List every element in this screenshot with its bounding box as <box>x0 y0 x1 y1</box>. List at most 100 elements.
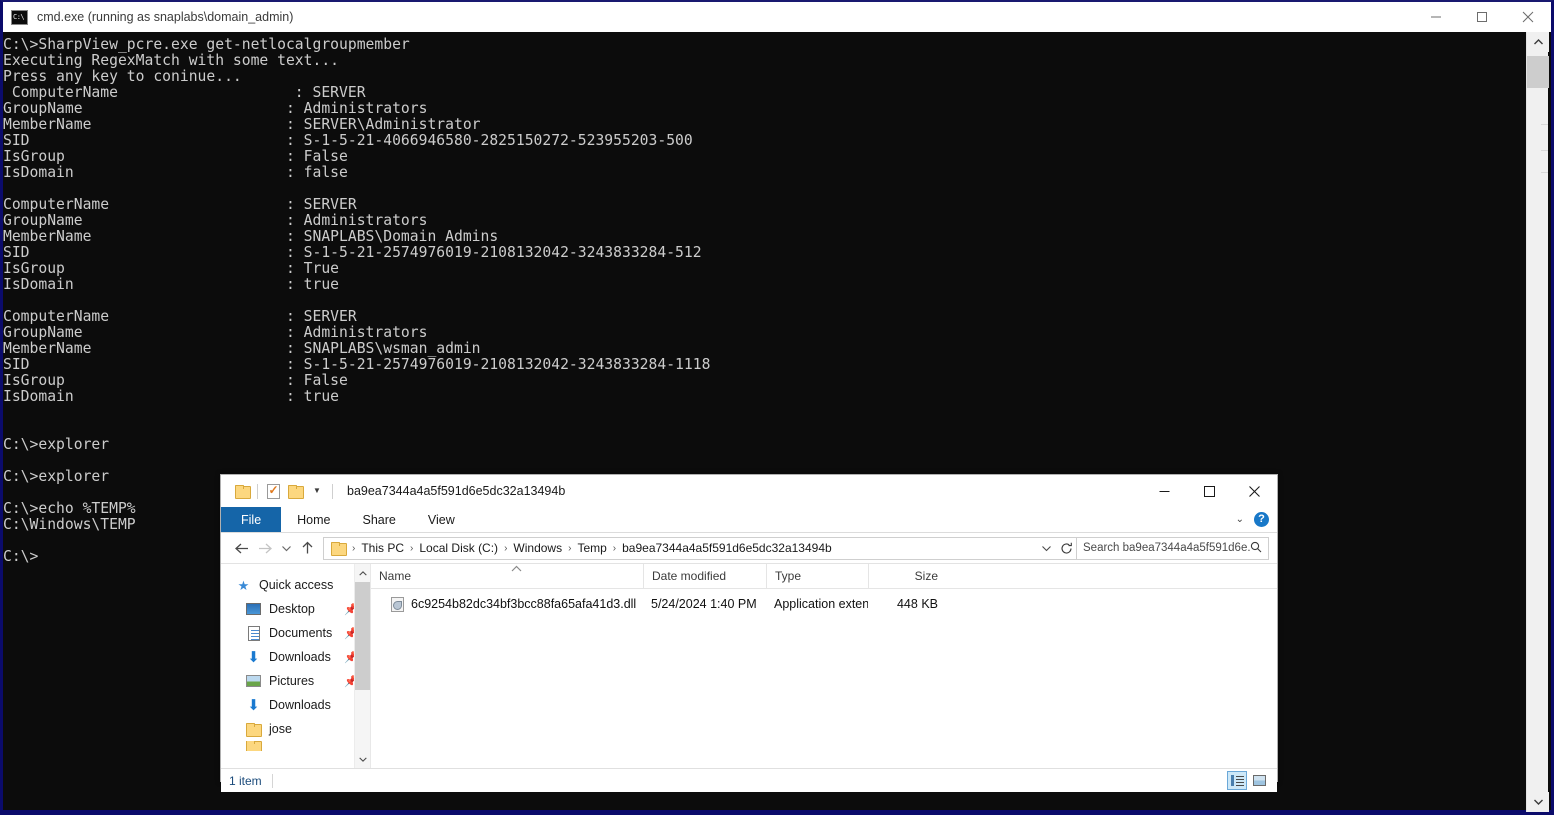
breadcrumb-separator: › <box>352 542 356 554</box>
navigation-pane-scrollbar[interactable] <box>354 564 370 768</box>
folder-icon[interactable] <box>231 480 253 502</box>
console-icon: C:\ <box>11 9 28 25</box>
table-row[interactable]: 6c9254b82dc34bf3bcc88fa65afa41d3.dll 5/2… <box>371 593 1277 615</box>
star-pin-icon: ★ <box>237 577 250 593</box>
sidebar-item-label: Pictures <box>269 674 315 688</box>
explorer-minimize-button[interactable] <box>1142 475 1187 507</box>
cmd-window-buttons <box>1413 2 1551 32</box>
back-button[interactable] <box>229 536 253 560</box>
search-box[interactable]: Search ba9ea7344a4a5f591d6e... <box>1077 536 1269 560</box>
toolbar-divider-2 <box>332 483 333 499</box>
cmd-vertical-scrollbar[interactable] <box>1526 32 1549 812</box>
tab-view[interactable]: View <box>412 507 471 532</box>
sidebar-item-documents[interactable]: Documents 📌 <box>221 621 370 645</box>
properties-icon[interactable] <box>262 480 284 502</box>
file-name: 6c9254b82dc34bf3bcc88fa65afa41d3.dll <box>411 597 637 611</box>
sidebar-item-label: jose <box>269 722 292 736</box>
sidebar-item-jose[interactable]: jose <box>221 717 370 741</box>
column-header-row: Name Date modified Type Size <box>371 563 1277 589</box>
cmd-maximize-button[interactable] <box>1459 2 1505 32</box>
search-input[interactable]: Search ba9ea7344a4a5f591d6e... <box>1083 542 1250 554</box>
tab-share[interactable]: Share <box>347 507 412 532</box>
dll-file-icon <box>391 596 404 612</box>
breadcrumb-windows[interactable]: Windows <box>511 541 564 555</box>
ribbon-tab-bar: File Home Share View ⌄ ? <box>221 507 1277 533</box>
file-list-pane[interactable]: Name Date modified Type Size 6c9254b82dc… <box>371 563 1277 768</box>
toolbar-divider <box>257 483 258 499</box>
file-size: 448 KB <box>896 597 938 611</box>
cmd-titlebar[interactable]: C:\ cmd.exe (running as snaplabs\domain_… <box>3 2 1551 32</box>
cmd-minimize-button[interactable] <box>1413 2 1459 32</box>
breadcrumb-separator: › <box>410 542 414 554</box>
sidebar-item-desktop[interactable]: Desktop 📌 <box>221 597 370 621</box>
scroll-down-arrow-icon[interactable] <box>355 750 370 768</box>
navigation-scrollbar-thumb[interactable] <box>355 582 370 690</box>
folder-icon <box>245 741 262 751</box>
breadcrumb-separator: › <box>612 542 617 554</box>
navigation-pane: ★ Quick access Desktop 📌 Documents 📌 ⬇ D… <box>221 564 371 768</box>
recent-locations-button[interactable] <box>277 536 295 560</box>
tab-home[interactable]: Home <box>281 507 346 532</box>
explorer-title-text: ba9ea7344a4a5f591d6e5dc32a13494b <box>347 484 566 498</box>
forward-button[interactable] <box>253 536 277 560</box>
file-name-cell[interactable]: 6c9254b82dc34bf3bcc88fa65afa41d3.dll <box>371 596 643 612</box>
explorer-maximize-button[interactable] <box>1187 475 1232 507</box>
tab-file[interactable]: File <box>221 507 282 532</box>
customize-caret-icon[interactable]: ▼ <box>306 480 328 502</box>
chevron-down-icon[interactable]: ⌄ <box>1236 514 1244 525</box>
view-mode-buttons <box>1227 771 1269 790</box>
explorer-main-area: ★ Quick access Desktop 📌 Documents 📌 ⬇ D… <box>221 563 1277 768</box>
address-bar[interactable]: › This PC › Local Disk (C:) › Windows › … <box>323 536 1077 560</box>
details-view-button[interactable] <box>1227 771 1247 790</box>
address-bar-right-controls <box>1036 538 1076 559</box>
sidebar-item-partial[interactable] <box>221 741 370 751</box>
documents-icon <box>245 625 262 641</box>
file-type: Application extens... <box>774 597 868 611</box>
column-header-size[interactable]: Size <box>868 563 948 589</box>
cmd-close-button[interactable] <box>1505 2 1551 32</box>
scroll-down-arrow-icon[interactable] <box>1527 792 1549 812</box>
refresh-icon[interactable] <box>1056 538 1076 559</box>
breadcrumb-local-disk[interactable]: Local Disk (C:) <box>417 541 500 555</box>
address-dropdown-icon[interactable] <box>1036 538 1056 559</box>
new-folder-icon[interactable] <box>284 480 306 502</box>
breadcrumb-this-pc[interactable]: This PC <box>359 541 406 555</box>
cmd-title-text: cmd.exe (running as snaplabs\domain_admi… <box>37 10 294 24</box>
downloads-icon: ⬇ <box>247 648 260 666</box>
large-icons-view-button[interactable] <box>1249 771 1269 790</box>
breadcrumb-separator: › <box>504 542 508 554</box>
column-header-type[interactable]: Type <box>766 563 868 589</box>
folder-icon <box>245 721 262 737</box>
cmd-scrollbar-thumb[interactable] <box>1527 56 1549 88</box>
scroll-up-arrow-icon[interactable] <box>1527 32 1549 52</box>
address-folder-icon <box>331 541 347 556</box>
column-header-name[interactable]: Name <box>371 564 643 589</box>
sidebar-item-label: Desktop <box>269 602 315 616</box>
help-icon[interactable]: ? <box>1254 512 1269 527</box>
item-count-label: 1 item <box>229 773 273 788</box>
explorer-window-buttons <box>1142 475 1277 507</box>
explorer-close-button[interactable] <box>1232 475 1277 507</box>
explorer-titlebar[interactable]: ▼ ba9ea7344a4a5f591d6e5dc32a13494b <box>221 475 1277 507</box>
column-header-date-modified[interactable]: Date modified <box>643 563 766 589</box>
sort-ascending-icon <box>511 564 522 574</box>
status-bar: 1 item <box>221 768 1277 792</box>
quick-access-toolbar: ▼ <box>231 480 337 502</box>
breadcrumb-separator: › <box>568 542 572 554</box>
up-button[interactable] <box>295 536 319 560</box>
address-bar-row: › This PC › Local Disk (C:) › Windows › … <box>221 533 1277 563</box>
downloads-icon: ⬇ <box>247 696 260 714</box>
search-icon <box>1250 541 1262 556</box>
breadcrumb-temp[interactable]: Temp <box>575 541 608 555</box>
file-explorer-window: ▼ ba9ea7344a4a5f591d6e5dc32a13494b File … <box>220 474 1278 792</box>
ribbon-right-controls: ⌄ ? <box>1236 507 1277 532</box>
sidebar-item-label: Downloads <box>269 698 331 712</box>
sidebar-item-downloads[interactable]: ⬇ Downloads 📌 <box>221 645 370 669</box>
scroll-up-arrow-icon[interactable] <box>355 564 370 582</box>
sidebar-item-label: Downloads <box>269 650 331 664</box>
breadcrumb-current-folder[interactable]: ba9ea7344a4a5f591d6e5dc32a13494b <box>620 541 834 555</box>
sidebar-item-pictures[interactable]: Pictures 📌 <box>221 669 370 693</box>
pictures-icon <box>245 673 262 689</box>
sidebar-item-quick-access[interactable]: ★ Quick access <box>221 573 370 597</box>
sidebar-item-downloads-2[interactable]: ⬇ Downloads <box>221 693 370 717</box>
